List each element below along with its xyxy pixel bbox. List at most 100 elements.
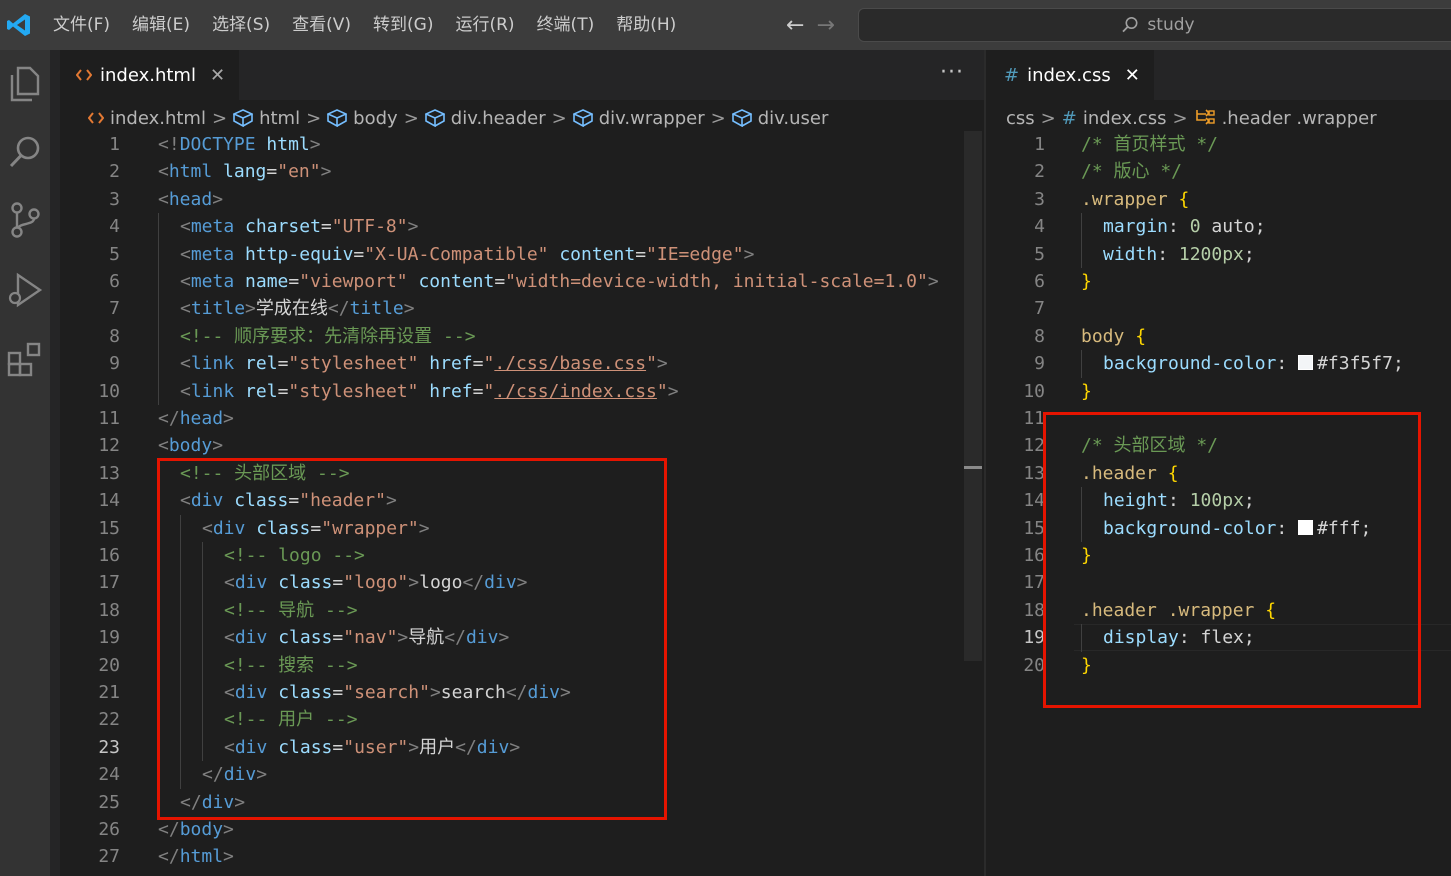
code-line[interactable]: background-color: #f3f5f7; (1103, 350, 1404, 377)
code-line[interactable]: } (1081, 378, 1092, 405)
code-token: meta (190, 216, 235, 238)
breadcrumb-item[interactable]: body (327, 108, 398, 129)
code-line[interactable]: <meta http-equiv="X-UA-Compatible" conte… (180, 241, 754, 268)
code-token: > (743, 243, 755, 265)
code-token: "width=device-width, initial-scale=1.0" (505, 271, 928, 292)
menu-help[interactable]: 帮助(H) (605, 0, 687, 50)
code-line[interactable]: <head> (158, 186, 223, 213)
breadcrumb-item[interactable]: div.header (424, 108, 546, 129)
indent-guide (158, 213, 159, 241)
breadcrumb-separator: > (211, 107, 228, 129)
code-line[interactable]: width: 1200px; (1103, 241, 1255, 268)
more-actions-icon[interactable]: ··· (940, 60, 964, 85)
scrollbar-thumb[interactable] (964, 466, 982, 469)
vscode-logo-icon (0, 0, 38, 50)
code-line[interactable]: .wrapper { (1081, 186, 1189, 213)
indent-guide (158, 268, 159, 296)
menu-edit[interactable]: 编辑(E) (121, 0, 201, 50)
code-line[interactable]: <body> (158, 432, 223, 459)
code-line[interactable]: </html> (158, 843, 234, 870)
code-token: html (179, 846, 224, 868)
line-number: 6 (109, 271, 120, 292)
back-arrow-icon[interactable]: ← (786, 13, 804, 38)
forward-arrow-icon[interactable]: → (816, 13, 834, 38)
sidebar-edge (50, 50, 60, 876)
breadcrumb-item[interactable]: .header .wrapper (1194, 108, 1377, 129)
code-token: " (483, 380, 495, 402)
run-debug-icon[interactable] (5, 270, 45, 310)
scrollbar[interactable] (964, 131, 982, 661)
line-number: 23 (98, 736, 120, 758)
extensions-icon[interactable] (5, 340, 45, 380)
code-token: rel (245, 380, 278, 402)
code-token: head (168, 188, 213, 210)
breadcrumb-item[interactable]: div.user (731, 107, 829, 129)
source-control-icon[interactable] (5, 200, 45, 240)
code-line[interactable]: <meta charset="UTF-8"> (180, 213, 418, 240)
code-line[interactable]: <!-- 顺序要求：先清除再设置 --> (180, 323, 476, 350)
line-number: 4 (109, 216, 120, 238)
code-line[interactable]: </head> (158, 405, 234, 432)
line-number: 7 (109, 298, 120, 320)
code-line[interactable]: /* 版心 */ (1081, 158, 1182, 185)
indent-guide (158, 240, 159, 268)
breadcrumb-item[interactable]: # index.css (1062, 108, 1167, 129)
line-number: 3 (109, 188, 120, 210)
breadcrumb-label: div.user (757, 107, 829, 129)
code-token: meta (190, 243, 235, 265)
breadcrumb-item[interactable]: css (1006, 108, 1035, 129)
tab-index-html[interactable]: index.html ✕ (60, 50, 240, 100)
breadcrumb-item[interactable]: html (233, 108, 300, 129)
close-icon[interactable]: ✕ (210, 65, 225, 86)
code-token: > (927, 271, 939, 292)
activity-bar (0, 50, 50, 876)
code-line[interactable]: body { (1081, 323, 1146, 350)
line-number: 1 (1034, 134, 1045, 155)
command-center-search[interactable]: study (858, 8, 1451, 42)
code-token: content (559, 243, 636, 265)
menu-run[interactable]: 运行(R) (444, 0, 525, 50)
code-line[interactable]: <meta name="viewport" content="width=dev… (180, 268, 939, 295)
menu-go[interactable]: 转到(G) (362, 0, 444, 50)
code-line[interactable]: /* 首页样式 */ (1081, 131, 1218, 158)
code-line[interactable]: <html lang="en"> (158, 158, 331, 185)
code-token: ./css/base.css (494, 353, 647, 375)
code-line[interactable]: } (1081, 268, 1092, 295)
code-token: </ (158, 408, 180, 429)
code-line[interactable]: <link rel="stylesheet" href="./css/index… (180, 378, 679, 405)
breadcrumb-item[interactable]: index.html (88, 108, 206, 129)
menu-terminal[interactable]: 终端(T) (526, 0, 606, 50)
search-label: study (1147, 15, 1195, 35)
color-swatch[interactable] (1298, 355, 1314, 371)
code-line[interactable]: <link rel="stylesheet" href="./css/base.… (180, 350, 668, 377)
code-token: 0 (1189, 216, 1201, 238)
breadcrumb-item[interactable]: div.wrapper (572, 108, 705, 129)
close-icon[interactable]: ✕ (1125, 65, 1140, 86)
line-number: 19 (98, 627, 120, 649)
menu-selection[interactable]: 选择(S) (201, 0, 281, 50)
explorer-icon[interactable] (5, 64, 45, 104)
code-line[interactable]: <title>学成在线</title> (180, 295, 415, 322)
indent-guide (1081, 240, 1082, 268)
code-line[interactable]: margin: 0 auto; (1103, 213, 1266, 240)
line-number: 12 (98, 435, 120, 457)
menu-file[interactable]: 文件(F) (42, 0, 121, 50)
highlight-box-css (1043, 412, 1421, 708)
code-line[interactable]: </body> (158, 816, 234, 843)
tab-label: index.html (100, 64, 196, 86)
search-icon[interactable] (5, 132, 45, 172)
line-number: 8 (1034, 325, 1045, 347)
code-token: .wrapper (1081, 188, 1168, 210)
code-line[interactable]: <!DOCTYPE html> (158, 131, 321, 158)
code-token: > (223, 846, 234, 868)
menu-view[interactable]: 查看(V) (281, 0, 362, 50)
line-number: 21 (98, 682, 120, 703)
tab-index-css[interactable]: # index.css ✕ (986, 50, 1154, 100)
